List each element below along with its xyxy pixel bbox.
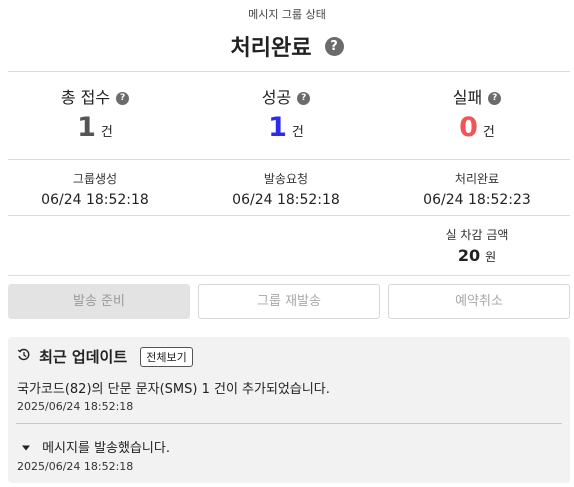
divider (8, 71, 570, 72)
update-item-time: 2025/06/24 18:52:18 (17, 400, 134, 413)
status-title: 처리완료 (230, 36, 312, 61)
actual-cost: 실 차감 금액 20 원 (382, 226, 572, 265)
stat-total-unit: 건 (100, 125, 113, 140)
stat-success-unit: 건 (291, 125, 304, 140)
stat-total-value: 1 (77, 112, 96, 143)
recent-updates-title: 최근 업데이트 (39, 348, 128, 366)
time-group-created: 그룹생성 06/24 18:52:18 (0, 170, 190, 208)
group-resend-button[interactable]: 그룹 재발송 (198, 284, 380, 319)
actual-cost-unit: 원 (485, 250, 497, 264)
time-group-created-label: 그룹생성 (72, 172, 118, 186)
divider (8, 215, 570, 216)
stat-success-value: 1 (268, 112, 287, 143)
divider (16, 423, 562, 424)
divider (8, 159, 570, 160)
divider (8, 275, 570, 276)
update-item-expandable[interactable]: 메시지를 발송했습니다. (21, 436, 170, 456)
view-all-button[interactable]: 전체보기 (140, 346, 193, 367)
update-item-text: 국가코드(82)의 단문 문자(SMS) 1 건이 추가되었습니다. (17, 382, 330, 397)
update-item-time: 2025/06/24 18:52:18 (17, 460, 134, 473)
time-send-requested: 발송요청 06/24 18:52:18 (191, 170, 381, 208)
status-title-row: 처리완료 ? (0, 30, 574, 62)
stat-total: 총 접수? 1건 (0, 84, 190, 143)
recent-updates-header: 최근 업데이트 전체보기 (17, 346, 193, 367)
stat-failed-unit: 건 (482, 125, 495, 140)
question-circle-icon[interactable]: ? (324, 36, 344, 56)
time-completed-value: 06/24 18:52:23 (423, 192, 531, 208)
update-item-text: 메시지를 발송했습니다. (42, 441, 170, 456)
question-circle-icon[interactable]: ? (488, 92, 502, 105)
stat-total-label: 총 접수 (60, 88, 111, 107)
caret-down-icon[interactable] (21, 437, 31, 456)
group-status-subtitle: 메시지 그룹 상태 (248, 8, 326, 21)
question-circle-icon[interactable]: ? (116, 92, 130, 105)
stat-failed-value: 0 (459, 112, 478, 143)
recent-updates-panel: 최근 업데이트 전체보기 국가코드(82)의 단문 문자(SMS) 1 건이 추… (8, 337, 570, 483)
time-send-requested-label: 발송요청 (263, 172, 309, 186)
stat-failed-label: 실패 (452, 88, 483, 107)
history-icon (17, 347, 31, 366)
cancel-reservation-button[interactable]: 예약취소 (388, 284, 570, 319)
question-circle-icon[interactable]: ? (297, 92, 311, 105)
actual-cost-label: 실 차감 금액 (445, 228, 509, 242)
stat-failed: 실패? 0건 (382, 84, 572, 143)
time-group-created-value: 06/24 18:52:18 (41, 192, 149, 208)
stat-success: 성공? 1건 (191, 84, 381, 143)
time-send-requested-value: 06/24 18:52:18 (232, 192, 340, 208)
time-completed: 처리완료 06/24 18:52:23 (382, 170, 572, 208)
actual-cost-value: 20 (457, 246, 481, 265)
stat-success-label: 성공 (261, 88, 292, 107)
time-completed-label: 처리완료 (454, 172, 500, 186)
send-ready-button[interactable]: 발송 준비 (8, 284, 190, 319)
